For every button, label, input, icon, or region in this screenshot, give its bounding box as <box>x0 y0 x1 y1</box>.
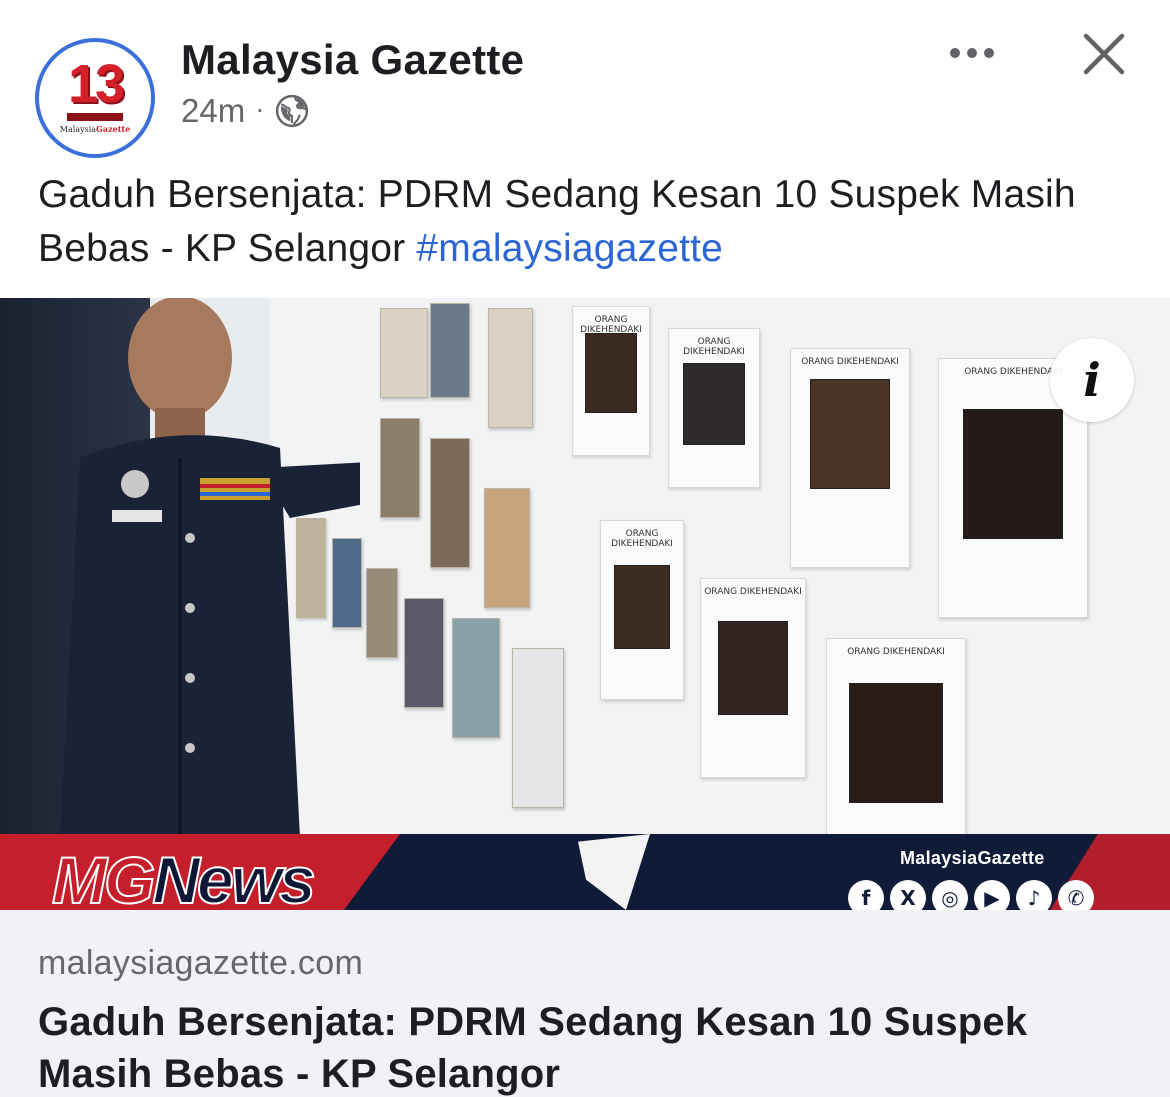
suspect-photo <box>614 565 670 649</box>
post-meta: 24m · <box>181 92 309 130</box>
evidence-photo <box>380 418 420 518</box>
evidence-photo <box>488 308 533 428</box>
wanted-poster: ORANG DIKEHENDAKI <box>700 578 806 778</box>
more-dot <box>967 48 977 58</box>
suspect-photo <box>962 409 1064 539</box>
evidence-photo <box>366 568 398 658</box>
evidence-photo <box>430 438 470 568</box>
wanted-poster: ORANG DIKEHENDAKI <box>790 348 910 568</box>
tiktok-icon: ♪ <box>1016 880 1052 910</box>
wanted-caption: ORANG DIKEHENDAKI <box>611 529 673 549</box>
wanted-poster: ORANG DIKEHENDAKI <box>668 328 760 488</box>
evidence-photo <box>430 303 470 398</box>
facebook-icon: f <box>848 880 884 910</box>
page-name[interactable]: Malaysia Gazette <box>181 36 524 84</box>
suspect-photo <box>809 379 891 489</box>
suspect-photo <box>717 621 789 715</box>
post-timestamp[interactable]: 24m <box>181 92 245 130</box>
link-title[interactable]: Gaduh Bersenjata: PDRM Sedang Kesan 10 S… <box>38 996 1148 1097</box>
evidence-photo <box>484 488 530 608</box>
suspect-photo <box>585 333 637 413</box>
wanted-caption: ORANG DIKEHENDAKI <box>847 647 945 657</box>
wanted-poster: ORANG DIKEHENDAKI <box>826 638 966 848</box>
more-options-button[interactable] <box>944 36 1000 70</box>
banner-brand-name: MalaysiaGazette <box>900 848 1045 868</box>
globe-icon <box>275 94 308 128</box>
evidence-photo <box>404 598 444 708</box>
wanted-poster: ORANG DIKEHENDAKI <box>600 520 684 700</box>
avatar-anniversary-number: 13 <box>67 53 125 114</box>
post-text: Gaduh Bersenjata: PDRM Sedang Kesan 10 S… <box>38 168 1138 276</box>
evidence-photo <box>512 648 564 808</box>
close-icon[interactable] <box>1078 28 1130 80</box>
evidence-photo <box>452 618 500 738</box>
banner-paper-shape <box>578 834 650 910</box>
mgnews-banner: MGNews MalaysiaGazette f X ◎ ▶ ♪ ✆ <box>0 834 1170 910</box>
avatar-brand: MalaysiaGazette <box>59 123 131 134</box>
police-officer <box>60 298 360 838</box>
wanted-caption: ORANG DIKEHENDAKI <box>801 357 899 367</box>
post-image[interactable]: ORANG DIKEHENDAKI ORANG DIKEHENDAKI ORAN… <box>0 298 1170 910</box>
wanted-caption: ORANG DIKEHENDAKI <box>704 587 802 597</box>
more-dot <box>984 48 994 58</box>
meta-separator: · <box>255 93 265 124</box>
wanted-caption: ORANG DIKEHENDAKI <box>580 315 642 335</box>
wanted-poster: ORANG DIKEHENDAKI <box>572 306 650 456</box>
mgnews-logo: MGNews <box>51 842 317 910</box>
more-horizontal-icon <box>950 48 960 58</box>
whatsapp-icon: ✆ <box>1058 880 1094 910</box>
evidence-photo <box>380 308 428 398</box>
suspect-photo <box>683 363 745 445</box>
post-header: 13 MalaysiaGazette Malaysia Gazette 24m … <box>0 0 1170 160</box>
instagram-icon: ◎ <box>932 880 968 910</box>
x-icon: X <box>890 880 926 910</box>
avatar-band <box>67 112 123 121</box>
info-icon: i <box>1083 353 1101 407</box>
image-info-button[interactable]: i <box>1050 338 1134 422</box>
suspect-photo <box>849 683 943 803</box>
wanted-caption: ORANG DIKEHENDAKI <box>683 337 745 357</box>
link-domain[interactable]: malaysiagazette.com <box>38 944 363 983</box>
youtube-icon: ▶ <box>974 880 1010 910</box>
page-avatar[interactable]: 13 MalaysiaGazette <box>35 38 155 158</box>
hashtag-link[interactable]: #malaysiagazette <box>416 227 723 270</box>
social-icons: f X ◎ ▶ ♪ ✆ <box>848 880 1094 910</box>
